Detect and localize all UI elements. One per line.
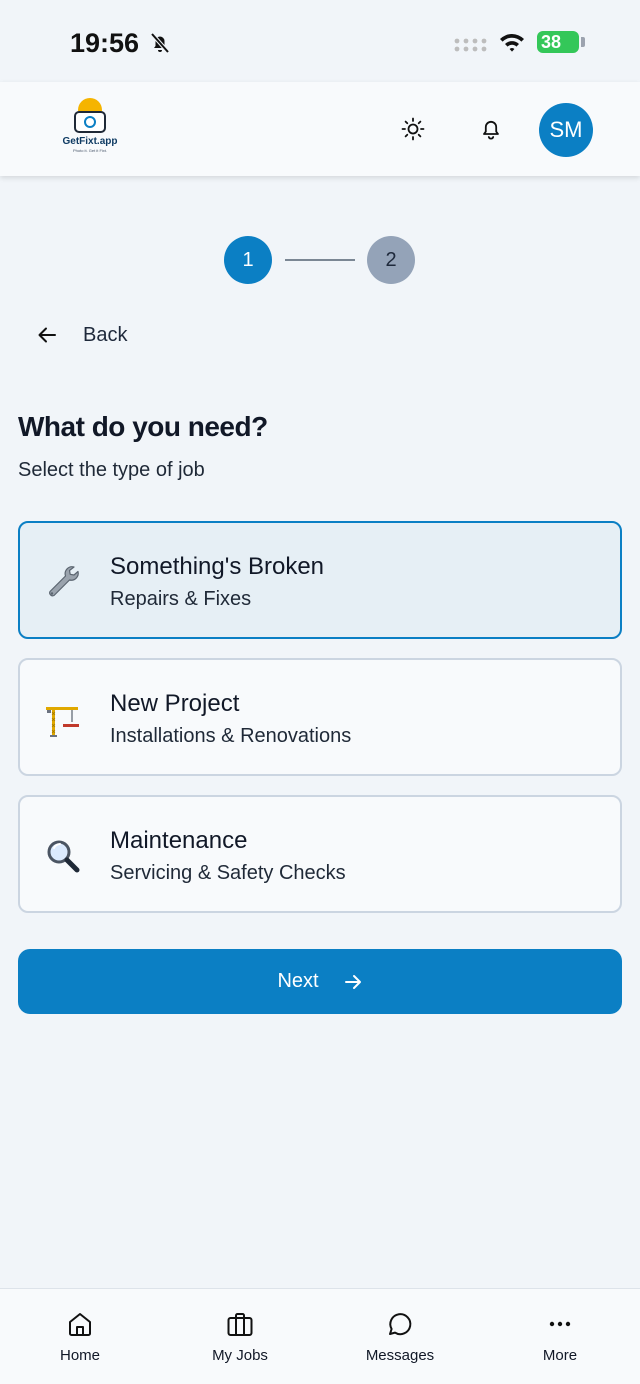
sun-icon[interactable] bbox=[400, 116, 426, 142]
next-button[interactable]: Next bbox=[18, 949, 622, 1014]
nav-item-messages[interactable]: Messages bbox=[340, 1309, 460, 1373]
helmet-icon bbox=[78, 98, 102, 112]
cellular-signal-icon bbox=[454, 38, 487, 52]
logo-tagline: Photo it. Get it Fixt. bbox=[72, 148, 107, 153]
nav-label-messages: Messages bbox=[365, 1347, 435, 1364]
page-title: What do you need? bbox=[18, 411, 268, 442]
nav-item-more[interactable]: More bbox=[500, 1309, 620, 1373]
back-label: Back bbox=[83, 323, 128, 346]
option-title: New Project bbox=[110, 690, 240, 717]
option-subtitle: Repairs & Fixes bbox=[110, 588, 252, 610]
status-time: 19:56 bbox=[70, 28, 140, 58]
magnifier-icon bbox=[47, 840, 80, 873]
battery-indicator: 38 bbox=[537, 31, 579, 53]
nav-label-more: More bbox=[542, 1347, 578, 1364]
option-somethings-broken[interactable]: Something's Broken Repairs & Fixes bbox=[18, 521, 622, 639]
camera-lens bbox=[84, 116, 96, 128]
arrow-left-icon bbox=[38, 327, 56, 343]
bell-muted-icon bbox=[150, 32, 170, 54]
option-new-project[interactable]: New Project Installations & Renovations bbox=[18, 658, 622, 776]
camera-icon bbox=[74, 111, 106, 133]
nav-item-home[interactable]: Home bbox=[20, 1309, 140, 1373]
chat-icon bbox=[389, 1313, 412, 1336]
app-screen: 19:56 38 GetFixt.app Photo it. Get it Fi… bbox=[0, 0, 640, 1384]
bell-icon[interactable] bbox=[478, 116, 504, 142]
getfixt-logo[interactable]: GetFixt.app Photo it. Get it Fixt. bbox=[58, 96, 122, 158]
option-maintenance[interactable]: Maintenance Servicing & Safety Checks bbox=[18, 795, 622, 913]
arrow-right-icon bbox=[344, 974, 361, 989]
step-1-number: 1 bbox=[242, 248, 254, 271]
option-title: Something's Broken bbox=[110, 553, 325, 580]
step-2-indicator: 2 bbox=[367, 236, 415, 284]
step-2-number: 2 bbox=[385, 248, 397, 271]
more-icon bbox=[549, 1321, 571, 1327]
nav-label-my-jobs: My Jobs bbox=[212, 1347, 268, 1364]
option-title: Maintenance bbox=[110, 827, 248, 854]
crane-icon bbox=[46, 707, 79, 737]
home-icon bbox=[69, 1313, 91, 1336]
briefcase-icon bbox=[227, 1313, 253, 1336]
avatar-initials: SM bbox=[549, 117, 583, 142]
wrench-icon bbox=[49, 566, 79, 597]
bottom-navigation: Home My Jobs Messages More bbox=[0, 1288, 640, 1384]
step-connector bbox=[285, 259, 355, 261]
wifi-icon bbox=[500, 34, 524, 52]
option-subtitle: Servicing & Safety Checks bbox=[110, 862, 346, 884]
nav-item-my-jobs[interactable]: My Jobs bbox=[180, 1309, 300, 1373]
back-button[interactable]: Back bbox=[36, 318, 146, 352]
status-bar: 19:56 38 bbox=[0, 0, 640, 82]
nav-label-home: Home bbox=[59, 1347, 100, 1364]
next-label: Next bbox=[277, 970, 319, 992]
battery-cap bbox=[581, 37, 585, 47]
page-subtitle: Select the type of job bbox=[18, 459, 205, 481]
option-subtitle: Installations & Renovations bbox=[110, 725, 352, 747]
logo-text: GetFixt.app bbox=[62, 136, 118, 147]
battery-level: 38 bbox=[541, 31, 562, 52]
step-1-indicator: 1 bbox=[224, 236, 272, 284]
user-avatar[interactable]: SM bbox=[539, 103, 593, 157]
